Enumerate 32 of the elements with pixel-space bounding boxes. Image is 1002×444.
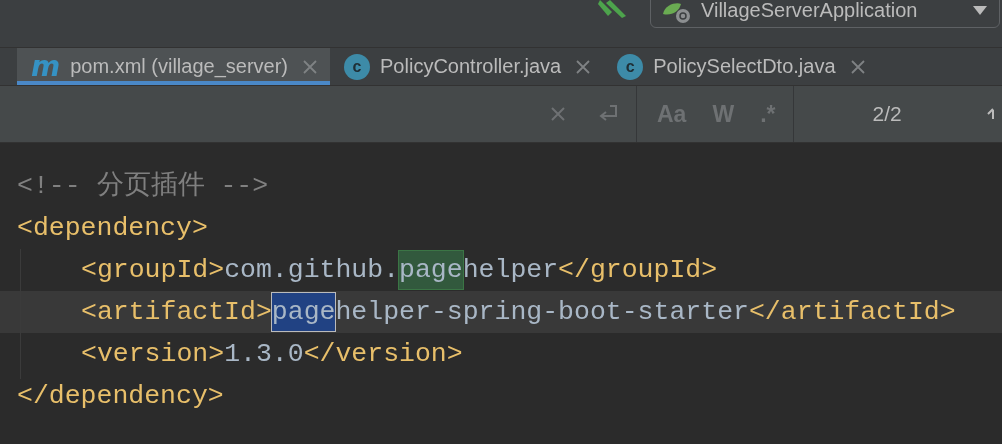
run-configuration-dropdown[interactable]: VillageServerApplication	[650, 0, 1000, 28]
tab-label: pom.xml (village_server)	[70, 55, 289, 78]
xml-text: helper	[462, 254, 559, 287]
clear-icon[interactable]	[550, 106, 566, 122]
close-icon[interactable]	[849, 58, 866, 75]
search-match: page	[399, 251, 463, 289]
up-arrow-icon[interactable]	[986, 107, 995, 121]
match-count: 2/2	[872, 102, 902, 126]
xml-text: 1.3.0	[224, 338, 304, 371]
editor-tab[interactable]: c PolicyController.java	[330, 48, 604, 85]
close-icon[interactable]	[575, 58, 592, 75]
tab-label: PolicySelectDto.java	[653, 55, 836, 78]
editor-tab[interactable]: c PolicySelectDto.java	[603, 48, 878, 85]
xml-tag: </artifactId>	[748, 291, 956, 333]
code-comment: <!-- 分页插件 -->	[17, 170, 269, 203]
xml-tag: <groupId>	[81, 249, 225, 291]
xml-tag: <artifactId>	[81, 291, 272, 333]
class-icon: c	[344, 53, 371, 80]
close-icon[interactable]	[302, 58, 319, 75]
xml-tag: </groupId>	[558, 249, 718, 291]
xml-text: com.github.	[224, 254, 400, 287]
xml-tag: <version>	[81, 333, 225, 375]
xml-tag: <dependency>	[17, 207, 208, 249]
xml-tag: </version>	[303, 333, 463, 375]
current-search-match: page	[271, 293, 336, 331]
xml-tag: </dependency>	[17, 375, 224, 417]
xml-text: helper-spring-boot-starter	[335, 296, 749, 329]
editor-tab[interactable]: m pom.xml (village_server)	[17, 48, 331, 85]
class-icon: c	[617, 53, 644, 80]
caret-icon	[973, 5, 987, 15]
maven-icon: m	[31, 54, 61, 79]
tab-label: PolicyController.java	[380, 55, 562, 78]
